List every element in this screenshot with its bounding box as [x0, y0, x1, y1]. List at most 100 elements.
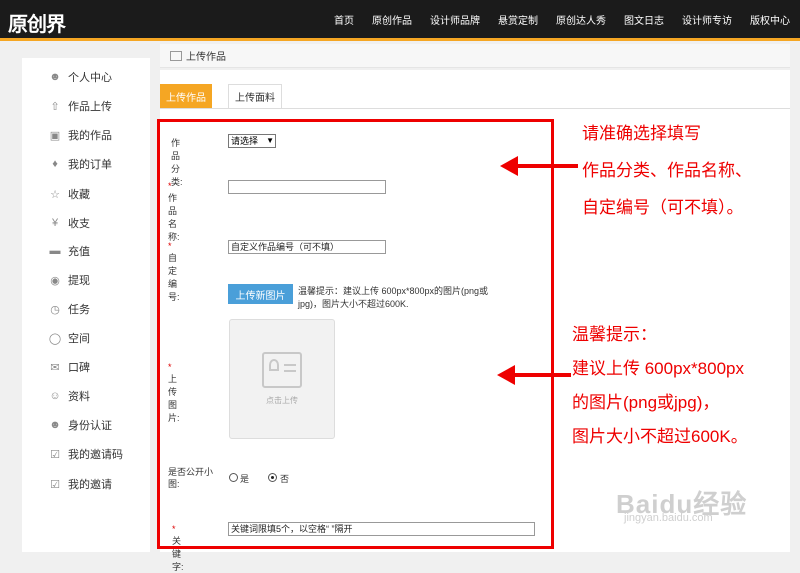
image-placeholder-icon [262, 352, 302, 388]
yen-icon: ¥ [51, 217, 59, 229]
name-label-text: 作品名称: [168, 193, 180, 242]
invite-icon: ☑ [50, 478, 60, 491]
sidebar-item-profile[interactable]: ☻ 个人中心 [48, 67, 112, 87]
upload-icon: ⇧ [50, 100, 60, 113]
name-label: * 作品名称: [168, 181, 180, 243]
tab-upload-work[interactable]: 上传作品 [160, 84, 212, 108]
keyword-label-text: 关键字: [172, 536, 184, 572]
radio-public-yes[interactable] [229, 473, 238, 482]
sidebar-item-label: 收藏 [68, 189, 90, 201]
nav-item-bounty[interactable]: 悬赏定制 [498, 12, 538, 27]
sidebar-item-label: 个人中心 [68, 72, 112, 84]
sidebar-item-reputation[interactable]: ✉ 口碑 [48, 357, 90, 377]
sidebar-item-invite-code[interactable]: ☑ 我的邀请码 [48, 444, 123, 464]
sidebar-item-info[interactable]: ☺ 资料 [48, 386, 90, 406]
annotation-line: 建议上传 600px*800px [572, 359, 744, 378]
image-label: * 上传图片: [168, 362, 180, 424]
category-select-value: 请选择 [231, 136, 259, 146]
sidebar-item-label: 身份认证 [68, 420, 112, 432]
keyword-label: * 关键字: [172, 524, 184, 573]
category-select[interactable]: 请选择 ▼ [228, 134, 276, 148]
upload-hint: 温馨提示：建议上传 600px*800px的图片(png或jpg)，图片大小不超… [298, 286, 489, 309]
annotation-line: 的图片(png或jpg)， [572, 393, 720, 412]
required-mark: * [168, 181, 172, 191]
sidebar-item-space[interactable]: ◯ 空间 [48, 328, 90, 348]
tab-upload-fabric[interactable]: 上传面料 [228, 84, 282, 108]
upload-placeholder-text: 点击上传 [266, 396, 298, 405]
card-icon: ▬ [49, 245, 61, 257]
nav-item-copyright[interactable]: 版权中心 [750, 12, 790, 27]
annotation-text-bottom: 温馨提示： 建议上传 600px*800px 的图片(png或jpg)， 图片大… [572, 318, 748, 454]
star-icon: ☆ [50, 188, 60, 201]
sidebar-item-label: 充值 [68, 246, 90, 258]
sidebar-item-my-works[interactable]: ▣ 我的作品 [48, 125, 112, 145]
sidebar-item-label: 口碑 [68, 362, 90, 374]
code-label-text: 自定编号: [168, 253, 180, 302]
upload-new-image-button[interactable]: 上传新图片 [228, 284, 293, 304]
required-mark: * [172, 524, 176, 534]
sidebar-item-label: 收支 [68, 218, 90, 230]
sidebar-item-invites[interactable]: ☑ 我的邀请 [48, 474, 112, 494]
nav-item-designer-brand[interactable]: 设计师品牌 [430, 12, 480, 27]
sidebar-item-orders[interactable]: ♦ 我的订单 [48, 154, 112, 174]
nav-item-original-works[interactable]: 原创作品 [372, 12, 412, 27]
comment-icon: ✉ [50, 361, 60, 374]
annotation-line: 自定编号（可不填）。 [582, 198, 744, 217]
money-bag-icon: ◉ [50, 274, 60, 287]
sidebar-item-label: 资料 [68, 391, 90, 403]
code-label: * 自定编号: [168, 241, 180, 303]
sidebar-item-label: 提现 [68, 275, 90, 287]
sidebar-item-withdraw[interactable]: ◉ 提现 [48, 270, 90, 290]
image-icon [170, 50, 182, 61]
required-mark: * [168, 362, 172, 372]
sidebar-item-label: 作品上传 [68, 101, 112, 113]
annotation-arrow-top [500, 156, 578, 176]
sidebar-item-favorites[interactable]: ☆ 收藏 [48, 184, 90, 204]
space-icon: ◯ [48, 332, 62, 345]
annotation-line: 请准确选择填写 [582, 124, 701, 143]
annotation-line: 温馨提示： [572, 325, 657, 344]
public-thumbnail-label: 是否公开小图: [168, 467, 214, 489]
site-logo[interactable]: 原创界 [8, 8, 66, 37]
top-nav-bar: 原创界 首页 原创作品 设计师品牌 悬赏定制 原创达人秀 图文日志 设计师专访 … [0, 0, 800, 41]
radio-public-no[interactable] [268, 473, 277, 482]
sidebar-item-label: 我的订单 [68, 159, 112, 171]
sidebar-item-label: 任务 [68, 304, 90, 316]
breadcrumb: 上传作品 [160, 44, 790, 68]
nav-item-home[interactable]: 首页 [334, 12, 354, 27]
id-icon: ☻ [49, 419, 61, 431]
handshake-icon: ♦ [52, 158, 58, 170]
person-icon: ☻ [49, 71, 61, 83]
annotation-line: 作品分类、作品名称、 [582, 161, 752, 180]
nav-item-blog[interactable]: 图文日志 [624, 12, 664, 27]
baidu-watermark-url: jingyan.baidu.com [624, 512, 713, 524]
sidebar-item-label: 我的作品 [68, 130, 112, 142]
main-nav: 首页 原创作品 设计师品牌 悬赏定制 原创达人秀 图文日志 设计师专访 版权中心 [334, 0, 790, 38]
breadcrumb-label: 上传作品 [186, 52, 226, 63]
annotation-arrow-bottom [497, 365, 571, 385]
annotation-text-top: 请准确选择填写 作品分类、作品名称、 自定编号（可不填）。 [582, 120, 752, 221]
sidebar-item-recharge[interactable]: ▬ 充值 [48, 241, 91, 261]
profile-icon: ☺ [49, 390, 61, 402]
sidebar-item-label: 我的邀请 [68, 479, 112, 491]
sidebar-item-label: 空间 [68, 333, 90, 345]
chevron-down-icon: ▼ [266, 136, 274, 145]
custom-code-input[interactable]: 自定义作品编号（可不填） [228, 240, 386, 254]
image-label-text: 上传图片: [168, 374, 180, 423]
sidebar-item-tasks[interactable]: ◷ 任务 [48, 299, 90, 319]
sidebar-item-verification[interactable]: ☻ 身份认证 [48, 415, 112, 435]
image-icon: ▣ [49, 129, 61, 142]
sidebar-item-income[interactable]: ¥ 收支 [48, 213, 90, 233]
nav-item-talent-show[interactable]: 原创达人秀 [556, 12, 606, 27]
radio-no-label: 否 [280, 474, 290, 484]
image-upload-area[interactable]: 点击上传 [229, 319, 335, 439]
annotation-line: 图片大小不超过600K。 [572, 427, 748, 446]
sidebar: ☻ 个人中心 ⇧ 作品上传 ▣ 我的作品 ♦ 我的订单 ☆ 收藏 ¥ 收支 ▬ 充值 ◉ 提现 … [22, 58, 150, 552]
keyword-input[interactable]: 关键词限填5个，以空格“ ”隔开 [228, 522, 535, 536]
nav-item-interviews[interactable]: 设计师专访 [682, 12, 732, 27]
sidebar-item-upload[interactable]: ⇧ 作品上传 [48, 96, 112, 116]
work-name-input[interactable] [228, 180, 386, 194]
clock-icon: ◷ [50, 303, 60, 316]
sidebar-item-label: 我的邀请码 [68, 449, 123, 461]
invite-code-icon: ☑ [50, 448, 60, 461]
